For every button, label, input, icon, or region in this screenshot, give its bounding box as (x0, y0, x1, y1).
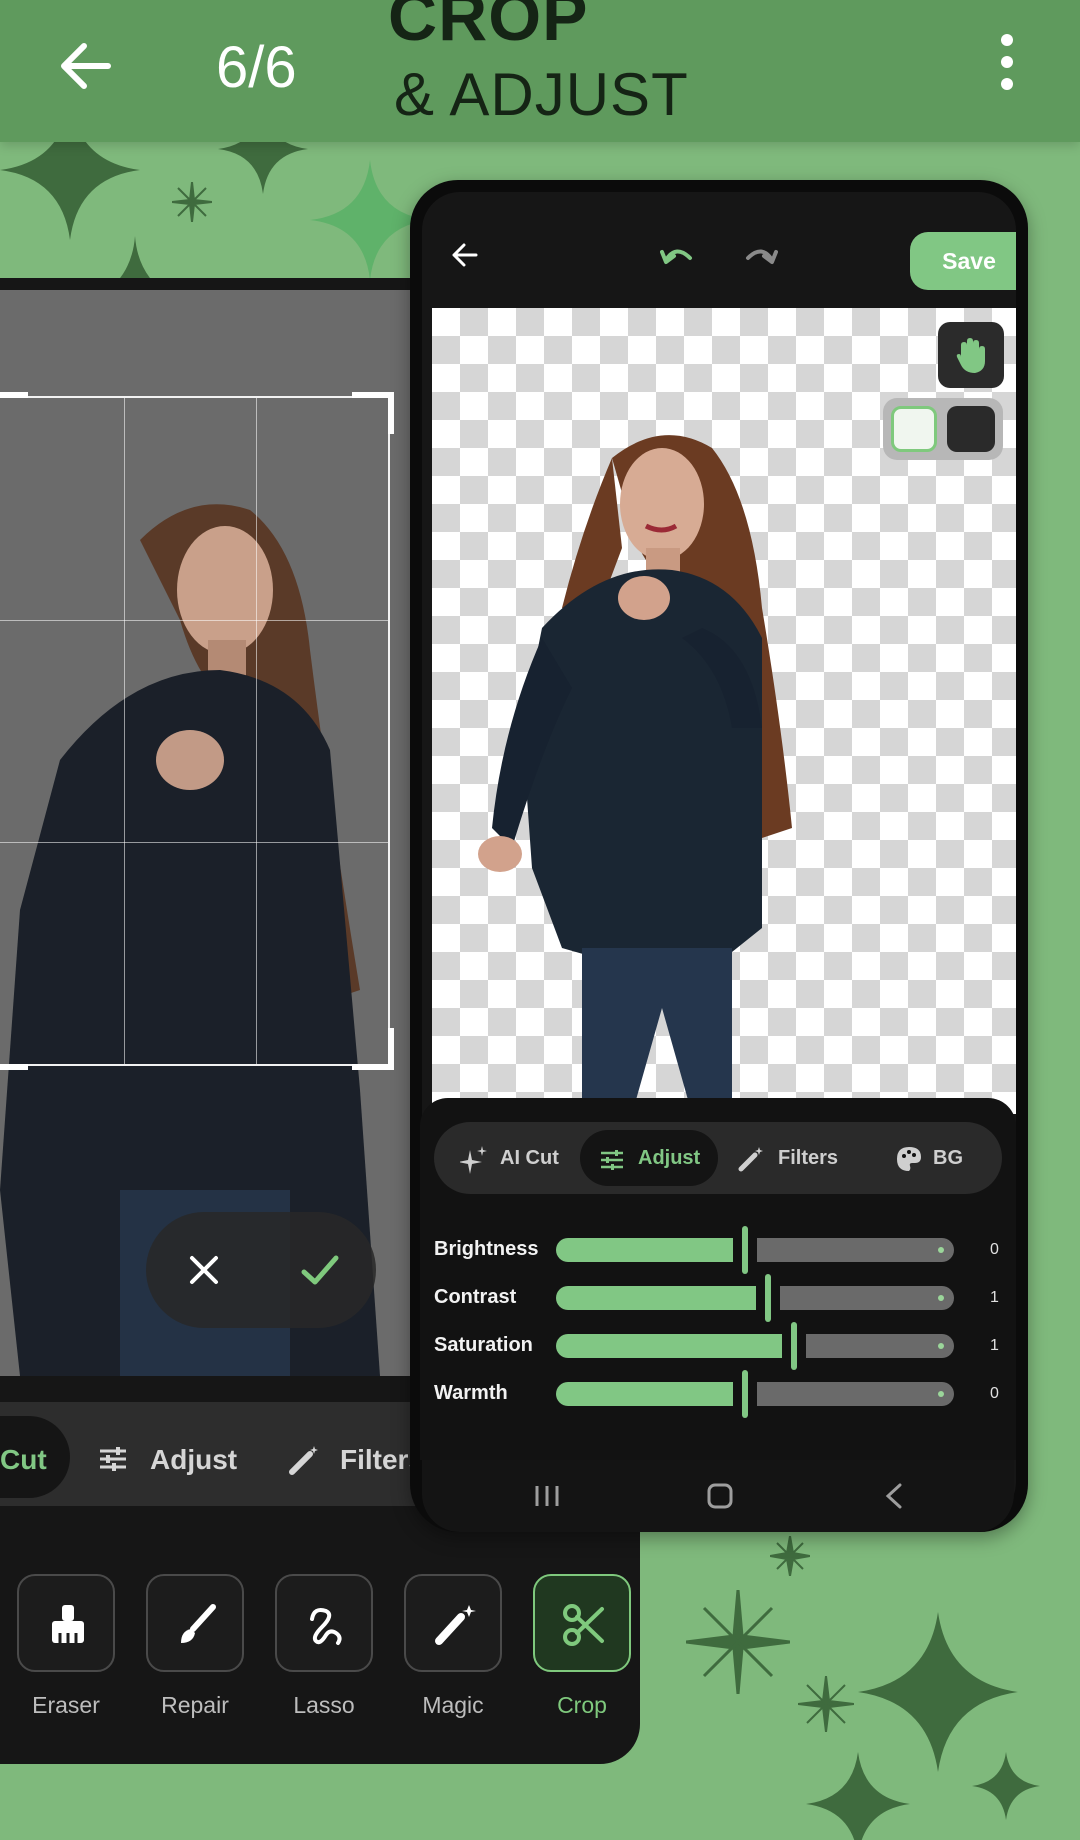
crop-handle-bottom-right[interactable] (352, 1028, 394, 1070)
save-button[interactable]: Save (910, 232, 1016, 290)
tool-lasso-label: Lasso (293, 1692, 355, 1718)
slider-end-dot (938, 1391, 944, 1397)
sparkle-decoration (686, 1590, 790, 1694)
crop-handle-top-left[interactable] (0, 392, 28, 434)
slider-track[interactable] (780, 1286, 954, 1310)
tool-crop-label: Crop (557, 1692, 607, 1718)
slider-label: Saturation (434, 1334, 533, 1356)
sliders-icon (601, 1150, 623, 1170)
lasso-icon (310, 1608, 342, 1645)
slider-value: 1 (990, 1337, 999, 1354)
palette-icon (897, 1147, 921, 1171)
header-bar: 6/6 CROP & ADJUST (0, 0, 1080, 142)
cancel-crop-icon[interactable] (186, 1252, 222, 1293)
tab-bg[interactable]: BG (896, 1140, 986, 1180)
tool-crop[interactable] (533, 1574, 631, 1672)
slider-value: 0 (990, 1241, 999, 1258)
editor-back-icon[interactable] (450, 240, 480, 275)
slider-value: 1 (990, 1289, 999, 1306)
brush-icon (181, 1604, 216, 1643)
sparkle-decoration (858, 1612, 1018, 1772)
tab-adjust[interactable]: Adjust (98, 1440, 248, 1480)
slider-label: Warmth (434, 1382, 508, 1404)
tab-adjust-label: Adjust (150, 1444, 238, 1475)
slider-label: Contrast (434, 1286, 517, 1308)
crop-handle-bottom-left[interactable] (0, 1028, 28, 1070)
slider-thumb[interactable] (742, 1370, 748, 1418)
slider-value: 0 (990, 1385, 999, 1402)
swatch-white[interactable] (891, 406, 937, 452)
slider-label: Brightness (434, 1238, 539, 1260)
eraser-icon (52, 1605, 84, 1643)
pan-hand-button[interactable] (938, 322, 1004, 388)
hand-icon (956, 338, 985, 373)
tool-repair-label: Repair (161, 1692, 229, 1718)
slider-fill (556, 1334, 782, 1358)
tab-bg-label: BG (933, 1147, 963, 1169)
slider-track[interactable] (806, 1334, 954, 1358)
tab-filters[interactable]: Filters (288, 1440, 428, 1480)
page-title: CROP (388, 0, 589, 55)
tool-eraser[interactable] (17, 1574, 115, 1672)
slider-thumb[interactable] (765, 1274, 771, 1322)
slider-end-dot (938, 1295, 944, 1301)
back-nav-icon[interactable] (884, 1482, 904, 1515)
sparkle-decoration (806, 1752, 910, 1840)
crop-handle-top-right[interactable] (352, 392, 394, 434)
sparkle-decoration (172, 182, 212, 222)
tab-adjust[interactable]: Adjust (598, 1140, 718, 1180)
tool-magic-label: Magic (422, 1692, 484, 1718)
slider-fill (556, 1286, 756, 1310)
background-color-toggle (883, 398, 1003, 460)
tab-filters-label: Filters (778, 1147, 839, 1169)
tab-filters[interactable]: Filters (738, 1140, 858, 1180)
home-nav-icon[interactable] (706, 1482, 734, 1515)
tool-eraser-label: Eraser (32, 1692, 100, 1718)
slider-track[interactable] (757, 1238, 954, 1262)
system-nav-bar (422, 1460, 1014, 1532)
scissors-icon (563, 1604, 604, 1646)
apply-crop-icon[interactable] (300, 1252, 340, 1293)
magic-wand-icon (289, 1446, 318, 1475)
magic-wand-icon (435, 1605, 476, 1645)
more-options-icon[interactable] (994, 34, 1020, 94)
crop-confirm-bar (146, 1212, 376, 1328)
tab-ai-cut-label: AI Cut (500, 1147, 559, 1169)
tool-repair[interactable] (146, 1574, 244, 1672)
page-counter: 6/6 (216, 35, 297, 100)
tab-ai-cut[interactable]: AI Cut (460, 1140, 580, 1180)
slider-fill (556, 1382, 733, 1406)
slider-track[interactable] (757, 1382, 954, 1406)
undo-icon[interactable] (660, 242, 694, 271)
tab-cut-label: Cut (0, 1444, 47, 1475)
tool-lasso[interactable] (275, 1574, 373, 1672)
back-arrow-icon[interactable] (58, 38, 114, 94)
sparkle-decoration (972, 1752, 1040, 1820)
slider-thumb[interactable] (791, 1322, 797, 1370)
recents-nav-icon[interactable] (534, 1484, 560, 1513)
sliders-icon (100, 1447, 126, 1471)
sparkle-icon (460, 1146, 487, 1174)
sparkle-decoration (770, 1536, 810, 1576)
sparkle-decoration (798, 1676, 854, 1732)
slider-end-dot (938, 1343, 944, 1349)
tab-adjust-label: Adjust (638, 1147, 701, 1169)
slider-end-dot (938, 1247, 944, 1253)
swatch-dark[interactable] (947, 406, 995, 452)
magic-wand-icon (738, 1147, 763, 1172)
page-subtitle: & ADJUST (394, 61, 689, 128)
slider-fill (556, 1238, 733, 1262)
redo-icon[interactable] (744, 242, 778, 271)
tool-magic[interactable] (404, 1574, 502, 1672)
crop-frame[interactable] (0, 392, 394, 1070)
slider-thumb[interactable] (742, 1226, 748, 1274)
